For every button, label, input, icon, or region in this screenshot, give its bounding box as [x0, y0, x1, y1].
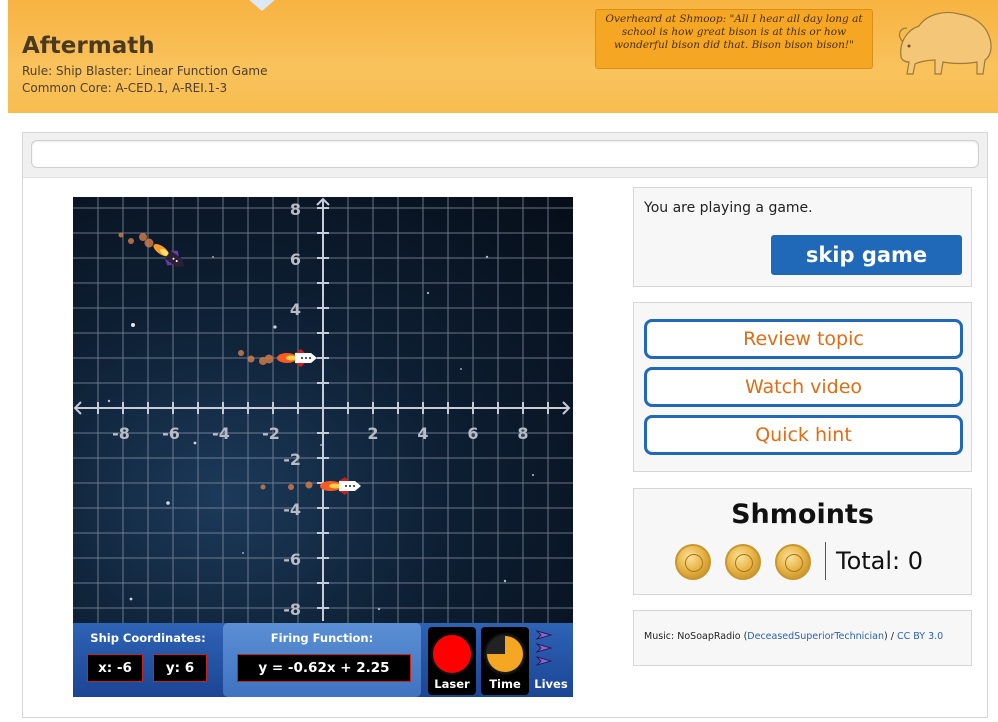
game-hud: Ship Coordinates: x: -6 y: 6 Firing Func…	[73, 623, 573, 697]
shmoints-panel: Shmoints Total: 0	[633, 488, 972, 595]
lives-indicator: Lives	[533, 627, 569, 695]
header-notch	[248, 0, 276, 11]
ship-coordinates-label: Ship Coordinates:	[90, 631, 206, 645]
firing-function-panel: Firing Function: y = -0.62x + 2.25	[223, 623, 421, 697]
life-ship-icon	[535, 642, 553, 654]
points-divider	[825, 542, 826, 580]
page-header: Aftermath Rule: Ship Blaster: Linear Fun…	[8, 0, 998, 113]
progress-bar	[31, 140, 979, 168]
x-tick-label: 4	[417, 424, 428, 443]
skip-game-button[interactable]: skip game	[771, 235, 962, 275]
help-panel: Review topic Watch video Quick hint	[633, 302, 972, 472]
y-tick-label: -8	[283, 600, 301, 619]
playing-status-text: You are playing a game.	[644, 200, 813, 216]
laser-indicator	[431, 633, 473, 675]
lives-ships	[535, 629, 553, 667]
game-canvas[interactable]: -8 -6 -4 -2 2 4 6 8 8 6 4 -2 -4 -6 -8	[73, 197, 573, 697]
shmoints-title: Shmoints	[731, 499, 874, 530]
x-tick-label: -4	[212, 424, 230, 443]
common-core-text: Common Core: A-CED.1, A-REI.1-3	[22, 81, 228, 95]
life-ship-icon	[535, 655, 553, 667]
x-tick-label: 6	[467, 424, 478, 443]
lives-label: Lives	[534, 677, 568, 691]
quick-hint-button[interactable]: Quick hint	[644, 415, 963, 455]
watch-video-button[interactable]: Watch video	[644, 367, 963, 407]
shmoint-coin-icon	[675, 544, 711, 580]
play-panel: You are playing a game. skip game	[633, 187, 972, 287]
bison-illustration	[898, 11, 992, 75]
y-tick-label: -4	[283, 500, 301, 519]
y-tick-label: -2	[283, 450, 301, 469]
enemy-ship[interactable]	[118, 232, 190, 274]
x-tick-label: 8	[517, 424, 528, 443]
music-panel: Music: NoSoapRadio (DeceasedSuperiorTech…	[633, 610, 972, 666]
y-tick-label: 6	[290, 250, 301, 269]
y-coordinate-field[interactable]: y: 6	[153, 654, 207, 682]
shmoints-total: Total: 0	[836, 547, 924, 575]
time-label: Time	[489, 677, 521, 691]
laser-label: Laser	[434, 677, 470, 691]
y-tick-label: 8	[290, 200, 301, 219]
x-tick-label: 2	[367, 424, 378, 443]
rule-text: Rule: Ship Blaster: Linear Function Game	[22, 64, 268, 78]
music-credit-mid: ) /	[884, 631, 897, 642]
review-topic-button[interactable]: Review topic	[644, 319, 963, 359]
life-ship-icon	[535, 629, 553, 641]
page-title: Aftermath	[22, 33, 155, 59]
license-link[interactable]: CC BY 3.0	[897, 631, 943, 642]
firing-function-label: Firing Function:	[270, 631, 374, 645]
y-tick-label: 4	[290, 300, 301, 319]
shmoint-coin-icon	[725, 544, 761, 580]
music-artist-link[interactable]: DeceasedSuperiorTechnician	[747, 631, 884, 642]
time-indicator: Time	[481, 627, 529, 695]
player-ship[interactable]	[260, 477, 362, 495]
x-coordinate-field[interactable]: x: -6	[87, 654, 143, 682]
enemy-ship[interactable]	[238, 349, 317, 367]
shmoop-quote: Overheard at Shmoop: "All I hear all day…	[595, 9, 873, 69]
firing-function-field[interactable]: y = -0.62x + 2.25	[237, 654, 411, 682]
x-tick-label: -8	[112, 424, 130, 443]
laser-button[interactable]: Laser	[428, 627, 476, 695]
x-tick-label: -6	[162, 424, 180, 443]
y-tick-label: -6	[283, 550, 301, 569]
game-grid: -8 -6 -4 -2 2 4 6 8 8 6 4 -2 -4 -6 -8	[73, 197, 573, 623]
shmoint-coin-icon	[775, 544, 811, 580]
music-credit-prefix: Music: NoSoapRadio (	[644, 631, 748, 642]
x-tick-label: -2	[262, 424, 280, 443]
music-credit: Music: NoSoapRadio (DeceasedSuperiorTech…	[644, 631, 943, 642]
